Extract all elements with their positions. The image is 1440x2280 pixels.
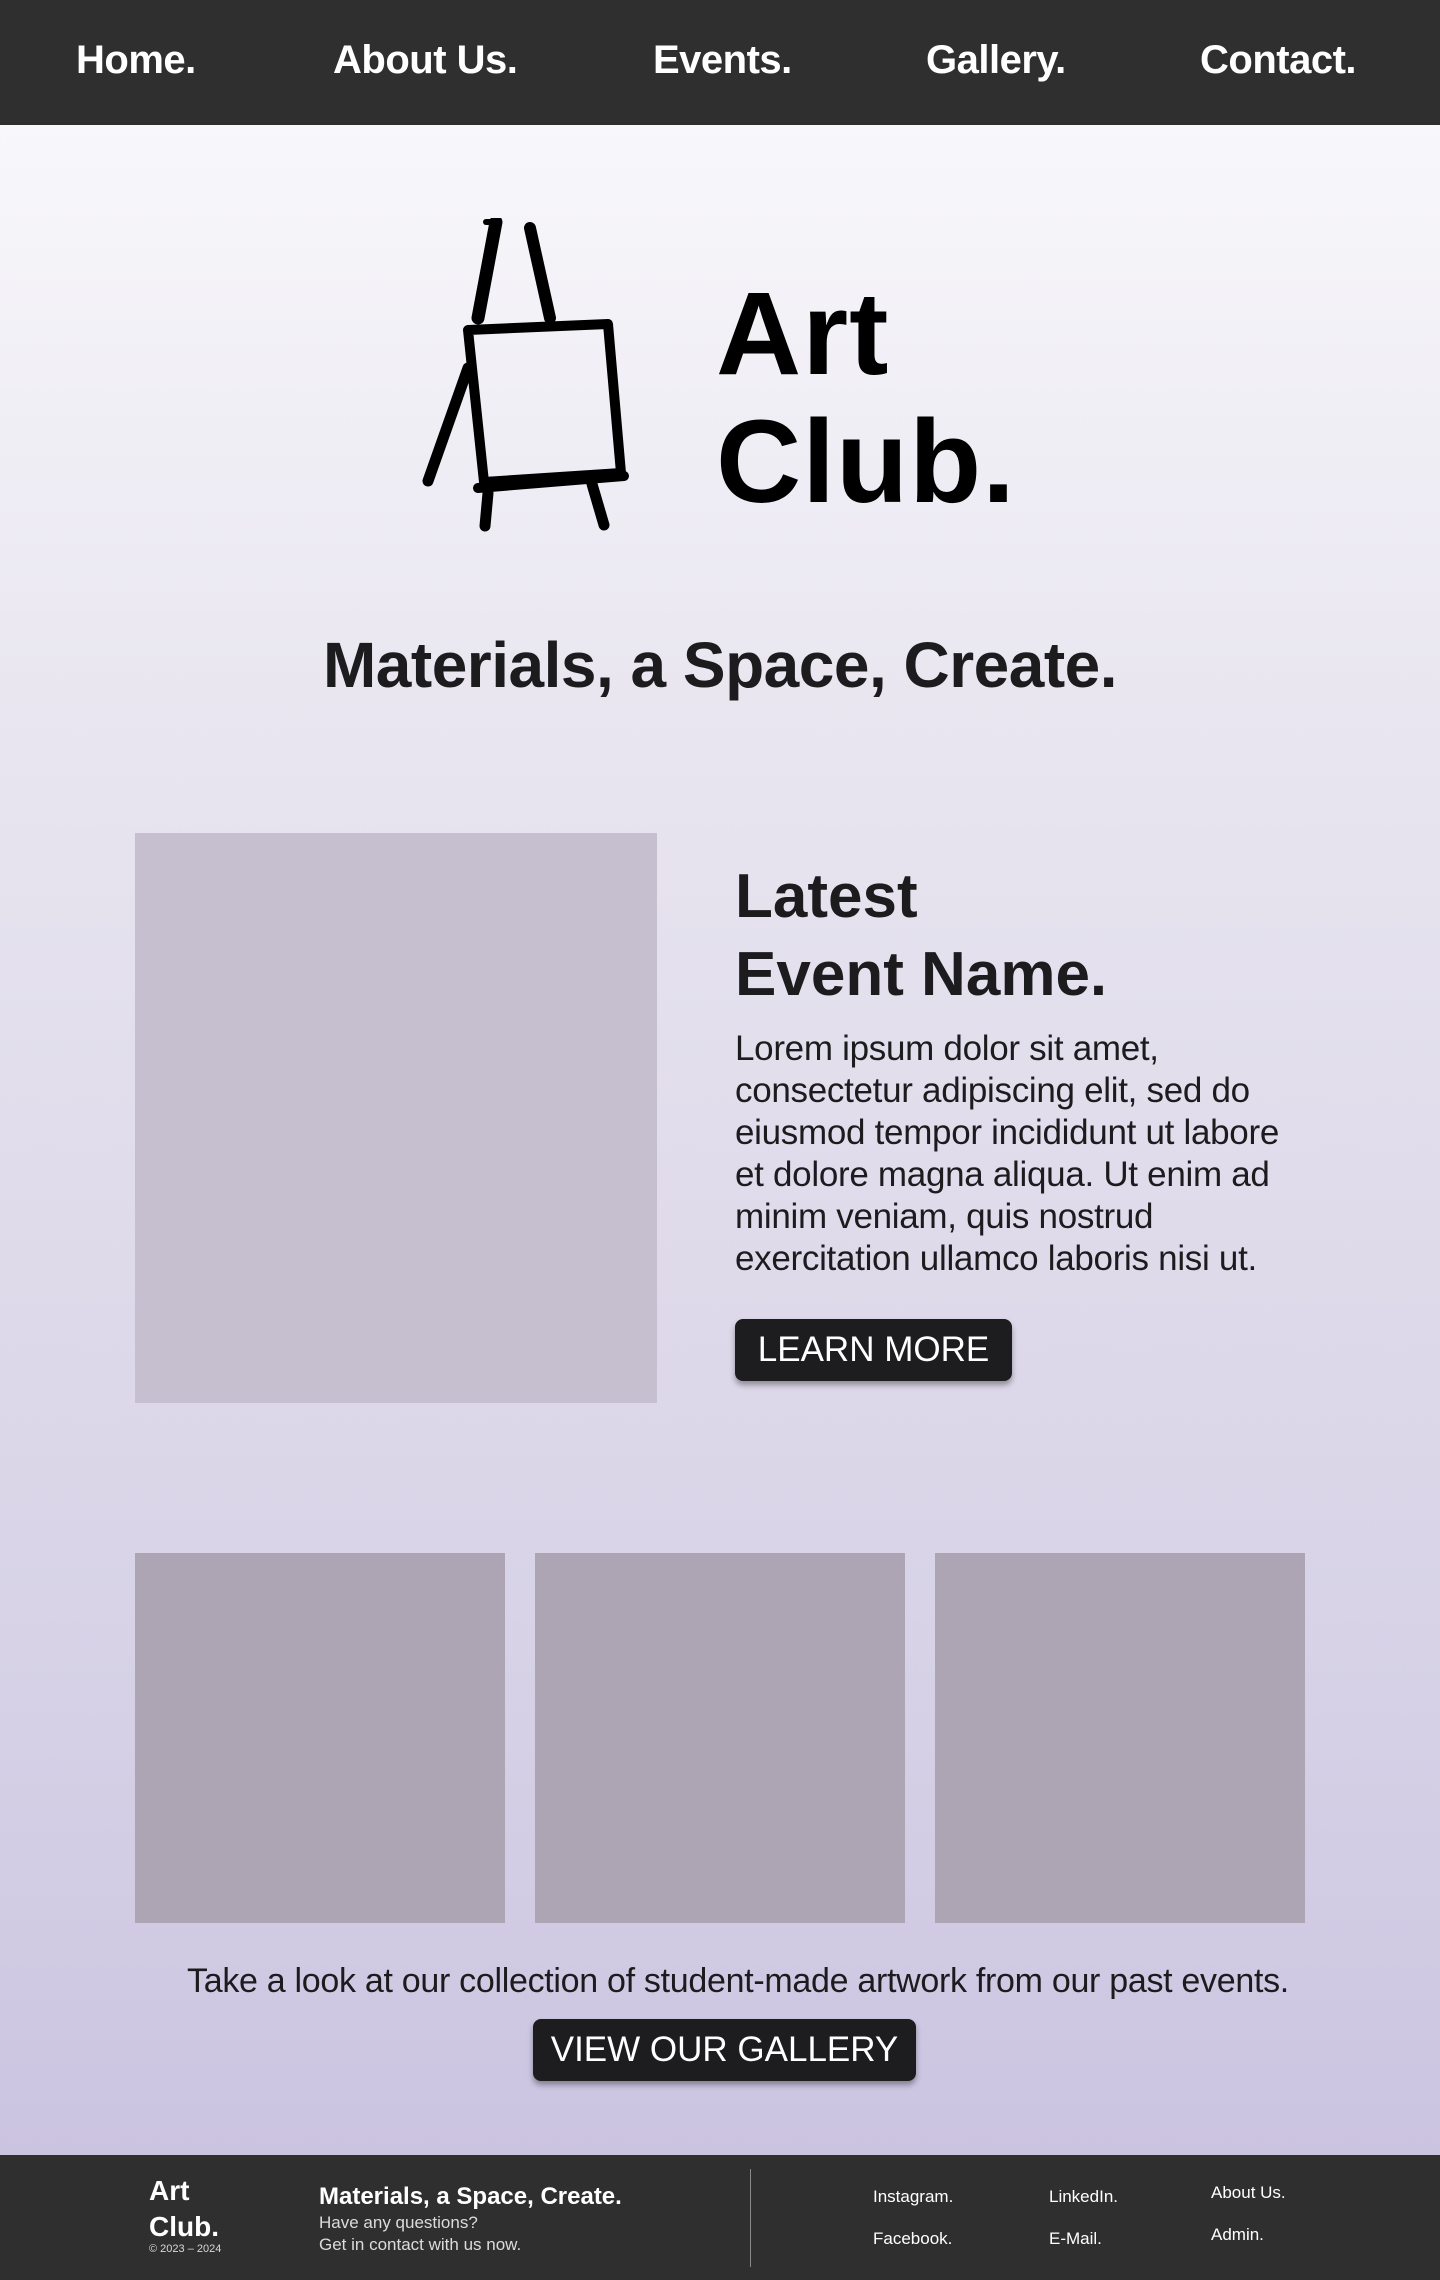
event-title: Latest Event Name.: [735, 858, 1107, 1014]
gallery-image-placeholder-3: [935, 1553, 1305, 1923]
footer-email-link[interactable]: E-Mail.: [1049, 2229, 1102, 2249]
nav-home-link[interactable]: Home.: [76, 38, 196, 83]
logo-line-club: Club.: [716, 396, 1016, 528]
logo-wordmark: Art Club.: [716, 270, 1016, 526]
nav-about-link[interactable]: About Us.: [333, 38, 518, 83]
nav-contact-link[interactable]: Contact.: [1200, 38, 1357, 83]
site-footer: Art Club. © 2023 – 2024 Materials, a Spa…: [0, 2155, 1440, 2280]
footer-logo: Art Club.: [149, 2173, 219, 2245]
footer-copyright: © 2023 – 2024: [149, 2243, 222, 2255]
event-title-line2: Event Name.: [735, 940, 1108, 1009]
footer-about-link[interactable]: About Us.: [1211, 2183, 1286, 2203]
nav-events-link[interactable]: Events.: [653, 38, 792, 83]
hero-tagline: Materials, a Space, Create.: [322, 629, 1118, 701]
easel-icon: [418, 215, 632, 534]
view-gallery-button[interactable]: VIEW OUR GALLERY: [533, 2019, 916, 2081]
footer-logo-line1: Art: [149, 2175, 190, 2206]
footer-contact-text: Have any questions? Get in contact with …: [319, 2212, 521, 2256]
footer-question: Have any questions?: [319, 2213, 478, 2232]
footer-facebook-link[interactable]: Facebook.: [873, 2229, 952, 2249]
footer-admin-link[interactable]: Admin.: [1211, 2225, 1264, 2245]
footer-instagram-link[interactable]: Instagram.: [873, 2187, 953, 2207]
nav-gallery-link[interactable]: Gallery.: [926, 38, 1066, 83]
learn-more-button[interactable]: LEARN MORE: [735, 1319, 1012, 1381]
footer-tagline: Materials, a Space, Create.: [319, 2183, 622, 2210]
event-title-line1: Latest: [735, 862, 918, 931]
gallery-image-placeholder-2: [535, 1553, 905, 1923]
gallery-caption: Take a look at our collection of student…: [187, 1962, 1289, 2000]
footer-linkedin-link[interactable]: LinkedIn.: [1049, 2187, 1118, 2207]
footer-contact-prompt[interactable]: Get in contact with us now.: [319, 2234, 521, 2256]
footer-logo-line2: Club.: [149, 2211, 219, 2242]
event-description: Lorem ipsum dolor sit amet, consectetur …: [735, 1029, 1279, 1278]
event-image-placeholder: [135, 833, 657, 1403]
gallery-image-placeholder-1: [135, 1553, 505, 1923]
top-navigation: Home. About Us. Events. Gallery. Contact…: [0, 0, 1440, 125]
logo-line-art: Art: [716, 268, 890, 400]
footer-divider: [750, 2169, 751, 2267]
